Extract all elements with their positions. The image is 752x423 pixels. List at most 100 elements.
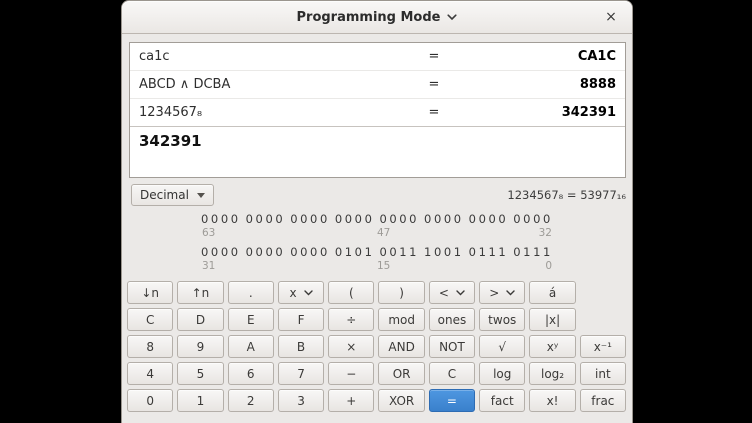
key-add[interactable]: +	[328, 389, 374, 412]
key-label: 0	[146, 394, 154, 408]
key-variable-x[interactable]: x	[278, 281, 324, 304]
display-panel: ca1c = CA1C ABCD ∧ DCBA = 8888 1234567₈ …	[129, 42, 626, 178]
key-decimal-point[interactable]: .	[228, 281, 274, 304]
chevron-down-icon	[456, 290, 465, 296]
key-not[interactable]: NOT	[429, 335, 475, 358]
key-shift-right[interactable]: >	[479, 281, 525, 304]
bit-group[interactable]: 1001	[424, 246, 464, 259]
bit-group[interactable]: 0101	[335, 246, 375, 259]
expression-entry[interactable]: 342391	[130, 127, 625, 177]
key-5[interactable]: 5	[177, 362, 223, 385]
bit-group[interactable]: 0000	[335, 213, 375, 226]
history-result[interactable]: 8888	[446, 77, 616, 92]
key-and[interactable]: AND	[378, 335, 424, 358]
bit-group[interactable]: 0000	[201, 246, 241, 259]
key-inverse[interactable]: x⁻¹	[580, 335, 626, 358]
keypad-row-5: 0 1 2 3 + XOR = fact x! frac	[127, 389, 626, 412]
history-equals: =	[422, 49, 446, 64]
bit-group[interactable]: 0000	[290, 246, 330, 259]
bit-group[interactable]: 0011	[379, 246, 419, 259]
key-8[interactable]: 8	[127, 335, 173, 358]
key-label: 8	[146, 340, 154, 354]
key-divide[interactable]: ÷	[328, 308, 374, 331]
key-label: XOR	[389, 394, 414, 408]
key-3[interactable]: 3	[278, 389, 324, 412]
key-label: OR	[393, 367, 411, 381]
key-0[interactable]: 0	[127, 389, 173, 412]
key-square-root[interactable]: √	[479, 335, 525, 358]
bit-group[interactable]: 0000	[379, 213, 419, 226]
key-power[interactable]: xʸ	[529, 335, 575, 358]
key-label: log	[493, 367, 511, 381]
key-hex-e[interactable]: E	[228, 308, 274, 331]
key-label: x⁻¹	[594, 340, 612, 354]
key-label: C	[448, 367, 456, 381]
key-label: 1	[197, 394, 205, 408]
key-integer-part[interactable]: int	[580, 362, 626, 385]
key-label: 6	[247, 367, 255, 381]
key-modulus[interactable]: mod	[378, 308, 424, 331]
history-row[interactable]: ABCD ∧ DCBA = 8888	[130, 71, 625, 99]
bit-group[interactable]: 0000	[469, 213, 509, 226]
key-multiply[interactable]: ×	[328, 335, 374, 358]
key-insert-character[interactable]: á	[529, 281, 575, 304]
key-1[interactable]: 1	[177, 389, 223, 412]
key-2[interactable]: 2	[228, 389, 274, 412]
key-equals[interactable]: =	[429, 389, 475, 412]
bit-group[interactable]: 0000	[201, 213, 241, 226]
key-twos-complement[interactable]: twos	[479, 308, 525, 331]
bit-group[interactable]: 0111	[469, 246, 509, 259]
key-hex-f[interactable]: F	[278, 308, 324, 331]
key-label: x!	[547, 394, 559, 408]
key-9[interactable]: 9	[177, 335, 223, 358]
close-button[interactable]: ×	[601, 7, 621, 27]
bit-group[interactable]: 0111	[513, 246, 553, 259]
bit-group[interactable]: 0000	[424, 213, 464, 226]
history-expression: 1234567₈	[139, 105, 422, 120]
key-superscript-mode[interactable]: ↑n	[177, 281, 223, 304]
key-label: twos	[488, 313, 516, 327]
key-log2[interactable]: log₂	[529, 362, 575, 385]
dropdown-arrow-icon	[197, 193, 205, 198]
key-label: 4	[146, 367, 154, 381]
key-6[interactable]: 6	[228, 362, 274, 385]
key-label: ×	[346, 340, 356, 354]
key-label: 9	[197, 340, 205, 354]
history-row[interactable]: 1234567₈ = 342391	[130, 99, 625, 127]
number-base-dropdown[interactable]: Decimal	[131, 184, 214, 206]
bit-index-0: 0	[545, 260, 552, 272]
keypad-row-3: 8 9 A B × AND NOT √ xʸ x⁻¹	[127, 335, 626, 358]
key-clear[interactable]: C	[429, 362, 475, 385]
history-row[interactable]: ca1c = CA1C	[130, 43, 625, 71]
history-result[interactable]: CA1C	[446, 49, 616, 64]
key-ones-complement[interactable]: ones	[429, 308, 475, 331]
chevron-down-icon	[304, 290, 313, 296]
key-hex-a[interactable]: A	[228, 335, 274, 358]
key-absolute-value[interactable]: |x|	[529, 308, 575, 331]
key-subtract[interactable]: −	[328, 362, 374, 385]
key-label: ones	[438, 313, 467, 327]
key-or[interactable]: OR	[378, 362, 424, 385]
key-factorial[interactable]: x!	[529, 389, 575, 412]
key-subscript-mode[interactable]: ↓n	[127, 281, 173, 304]
close-icon: ×	[605, 9, 617, 25]
mode-menu-button[interactable]: Programming Mode	[289, 7, 466, 28]
bit-group[interactable]: 0000	[246, 246, 286, 259]
key-shift-left[interactable]: <	[429, 281, 475, 304]
key-label: xʸ	[547, 340, 559, 354]
key-open-paren[interactable]: (	[328, 281, 374, 304]
key-close-paren[interactable]: )	[378, 281, 424, 304]
bit-group[interactable]: 0000	[513, 213, 553, 226]
key-4[interactable]: 4	[127, 362, 173, 385]
bit-group[interactable]: 0000	[290, 213, 330, 226]
key-log[interactable]: log	[479, 362, 525, 385]
bit-group[interactable]: 0000	[246, 213, 286, 226]
key-factorize[interactable]: fact	[479, 389, 525, 412]
key-hex-b[interactable]: B	[278, 335, 324, 358]
key-hex-d[interactable]: D	[177, 308, 223, 331]
history-result[interactable]: 342391	[446, 105, 616, 120]
key-fraction-part[interactable]: frac	[580, 389, 626, 412]
key-xor[interactable]: XOR	[378, 389, 424, 412]
key-hex-c[interactable]: C	[127, 308, 173, 331]
key-7[interactable]: 7	[278, 362, 324, 385]
